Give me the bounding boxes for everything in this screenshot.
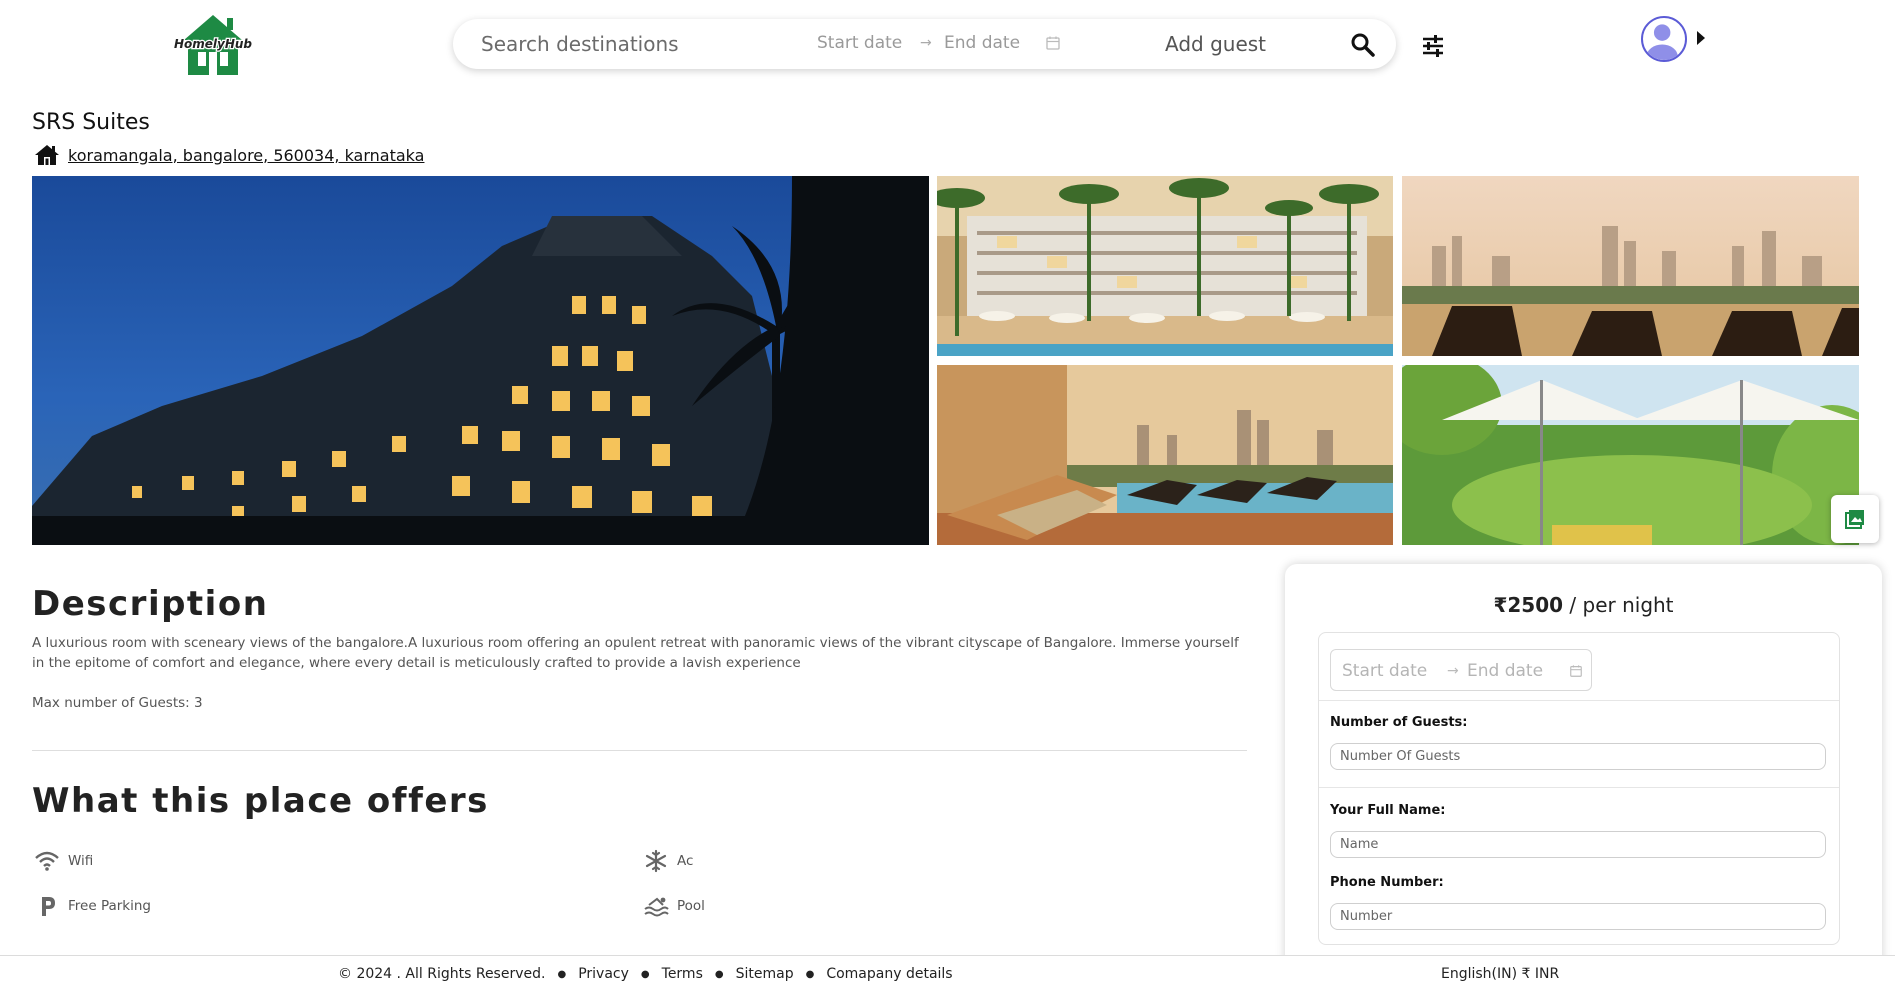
max-guests-text: Max number of Guests: 3	[32, 695, 203, 711]
property-address: koramangala, bangalore, 560034, karnatak…	[34, 143, 424, 167]
offers-heading: What this place offers	[32, 781, 489, 821]
footer-links: © 2024 . All Rights Reserved. ● Privacy …	[338, 966, 953, 982]
wifi-icon	[35, 851, 59, 871]
rooftop-loungers-skyline-image[interactable]	[1402, 176, 1859, 356]
amenity-label: Pool	[677, 898, 705, 914]
snowflake-icon	[645, 849, 667, 873]
destination-search-input[interactable]	[481, 32, 781, 56]
arrow-right-icon: →	[1447, 663, 1459, 679]
homelyhub-logo[interactable]: HomelyHub	[172, 12, 254, 78]
footer: © 2024 . All Rights Reserved. ● Privacy …	[0, 955, 1895, 990]
calendar-icon[interactable]	[1569, 664, 1583, 678]
price-per-night: ₹2500 / per night	[1285, 593, 1882, 617]
parking-icon	[42, 897, 55, 916]
form-divider	[1319, 700, 1839, 701]
calendar-icon[interactable]	[1045, 35, 1061, 51]
separator-dot: ●	[714, 968, 724, 980]
phone-input[interactable]	[1330, 903, 1826, 930]
home-icon	[35, 145, 59, 165]
amenity-label: Free Parking	[68, 898, 151, 914]
caret-right-icon[interactable]	[1697, 31, 1705, 45]
booking-end-date[interactable]: End date	[1467, 661, 1543, 681]
price-amount: ₹2500	[1493, 593, 1564, 617]
search-icon[interactable]	[1348, 30, 1378, 60]
photo-gallery	[32, 176, 1859, 545]
user-icon	[1646, 24, 1678, 60]
name-label: Your Full Name:	[1330, 803, 1446, 818]
description-text: A luxurious room with sceneary views of …	[32, 635, 1239, 671]
arrow-right-icon: →	[920, 35, 932, 51]
poolside-deckchair-skyline-image[interactable]	[937, 365, 1393, 545]
guests-label: Number of Guests:	[1330, 715, 1468, 730]
footer-link-sitemap[interactable]: Sitemap	[736, 966, 794, 982]
booking-form: Start date → End date Number of Guests: …	[1318, 632, 1840, 945]
guests-input[interactable]	[1330, 743, 1826, 770]
language-currency-selector[interactable]: English(IN) ₹ INR	[1441, 966, 1559, 982]
booking-start-date[interactable]: Start date	[1342, 661, 1427, 681]
resort-pool-palms-image[interactable]	[937, 176, 1393, 356]
garden-umbrellas-image[interactable]	[1402, 365, 1859, 545]
gallery-icon	[1845, 510, 1864, 529]
name-input[interactable]	[1330, 831, 1826, 858]
per-night-label: / per night	[1563, 593, 1674, 617]
separator-dot: ●	[557, 968, 567, 980]
footer-link-privacy[interactable]: Privacy	[578, 966, 629, 982]
hotel-night-exterior-image[interactable]	[32, 176, 929, 545]
footer-link-company-details[interactable]: Comapany details	[826, 966, 952, 982]
amenity-free-parking: Free Parking	[34, 894, 151, 918]
amenity-label: Wifi	[68, 853, 94, 869]
booking-date-range[interactable]: Start date → End date	[1330, 649, 1592, 691]
show-all-photos-button[interactable]	[1831, 495, 1879, 543]
address-link[interactable]: koramangala, bangalore, 560034, karnatak…	[68, 146, 424, 165]
property-title: SRS Suites	[32, 110, 150, 135]
filter-sliders-icon[interactable]	[1420, 33, 1446, 59]
amenity-pool: Pool	[643, 894, 705, 918]
logo-text: HomelyHub	[174, 37, 252, 51]
form-divider	[1319, 787, 1839, 788]
footer-link-terms[interactable]: Terms	[662, 966, 703, 982]
search-bar: Start date → End date Add guest	[453, 19, 1396, 69]
end-date-field[interactable]: End date	[944, 33, 1020, 53]
add-guest-field[interactable]: Add guest	[1165, 32, 1266, 56]
separator-dot: ●	[640, 968, 650, 980]
booking-card: ₹2500 / per night Start date → End date …	[1285, 564, 1882, 990]
amenity-wifi: Wifi	[34, 849, 93, 873]
amenity-label: Ac	[677, 853, 694, 869]
user-avatar[interactable]	[1641, 16, 1687, 62]
pool-icon	[644, 897, 669, 917]
section-divider	[32, 750, 1247, 751]
separator-dot: ●	[805, 968, 815, 980]
phone-label: Phone Number:	[1330, 875, 1444, 890]
start-date-field[interactable]: Start date	[817, 33, 902, 53]
copyright-text: © 2024 . All Rights Reserved.	[338, 966, 546, 982]
description-heading: Description	[32, 584, 269, 624]
amenity-ac: Ac	[643, 849, 693, 873]
